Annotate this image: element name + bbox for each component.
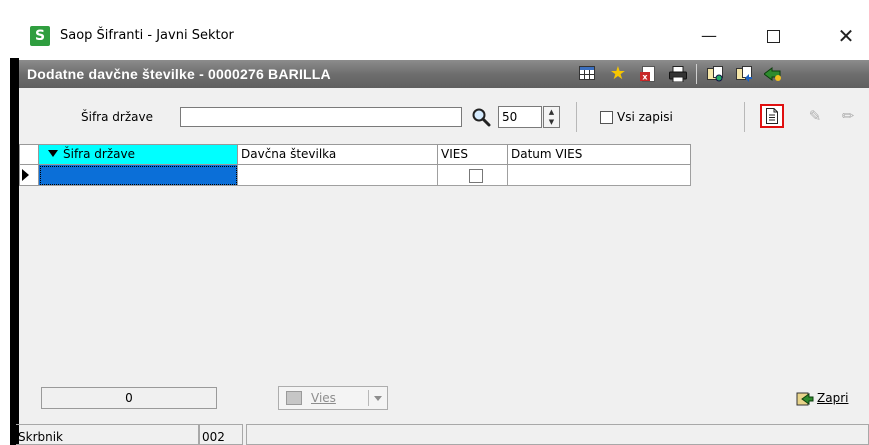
vsi-zapisi-checkbox[interactable]	[600, 111, 613, 124]
new-record-button[interactable]	[760, 104, 784, 128]
sifra-drzave-input[interactable]	[180, 107, 462, 127]
status-message	[246, 424, 869, 445]
close-button[interactable]: ✕	[823, 22, 869, 50]
copy-record-button[interactable]	[707, 66, 725, 82]
record-count-spinner[interactable]: ▲ ▼	[543, 106, 560, 128]
columns-button[interactable]	[578, 66, 596, 82]
search-icon	[472, 108, 491, 127]
form-header: Dodatne davčne številke - 0000276 BARILL…	[19, 60, 869, 88]
bottom-bar: 0 Vies Zapri	[19, 376, 869, 421]
toolbar-separator	[576, 102, 577, 132]
search-button[interactable]	[471, 107, 491, 127]
toolbar-separator-2	[744, 102, 745, 132]
spin-up-icon[interactable]: ▲	[544, 107, 559, 117]
edit-record-button[interactable]: ✎	[803, 104, 827, 128]
close-icon: ✕	[837, 24, 855, 48]
vies-button[interactable]: Vies	[278, 386, 388, 410]
header-separator	[696, 64, 697, 84]
grid-row-indicator[interactable]	[19, 165, 39, 186]
column-header-vies[interactable]: VIES	[438, 144, 508, 165]
record-count-display: 0	[41, 387, 217, 409]
svg-text:x: x	[642, 73, 648, 82]
sifra-drzave-label: Šifra države	[81, 110, 153, 124]
record-count-input[interactable]	[498, 106, 542, 128]
grid-indicator-header	[19, 144, 39, 165]
delete-record-icon: ✏	[841, 107, 855, 125]
zapri-label: Zapri	[817, 391, 849, 405]
sort-desc-icon	[48, 150, 58, 157]
edit-record-icon: ✎	[808, 107, 822, 125]
copy-record-icon	[707, 66, 723, 82]
filter-toolbar: Šifra države ▲ ▼ Vsi zapisi ✎ ✏	[19, 88, 869, 144]
favorite-star-icon: ★	[609, 63, 627, 84]
print-button[interactable]	[669, 66, 687, 83]
maximize-icon	[766, 30, 780, 43]
export-excel-icon: x	[640, 66, 655, 82]
minimize-button[interactable]: —	[686, 22, 732, 50]
status-user: Skrbnik	[16, 424, 199, 445]
column-header-sifra-drzave[interactable]: Šifra države	[39, 144, 238, 165]
column-header-datum-vies[interactable]: Datum VIES	[508, 144, 691, 165]
cell-sifra-drzave[interactable]	[39, 165, 238, 186]
vies-icon	[286, 391, 302, 405]
spin-down-icon[interactable]: ▼	[544, 117, 559, 127]
records-grid: Šifra države Davčna številka VIES Datum …	[19, 144, 869, 376]
window-titlebar: S Saop Šifranti - Javni Sektor — ✕	[0, 0, 869, 58]
app-logo-icon: S	[30, 26, 50, 46]
vsi-zapisi-label: Vsi zapisi	[617, 110, 673, 124]
vies-checkbox[interactable]	[469, 169, 483, 183]
delete-record-button[interactable]: ✏	[836, 104, 860, 128]
paste-record-button[interactable]	[736, 66, 754, 82]
form-title: Dodatne davčne številke - 0000276 BARILL…	[27, 66, 331, 82]
minimize-icon: —	[701, 26, 717, 45]
vies-button-label: Vies	[311, 391, 336, 405]
status-code: 002	[199, 424, 243, 445]
zapri-button[interactable]: Zapri	[796, 387, 848, 409]
current-row-arrow-icon	[22, 169, 29, 181]
window-left-border	[10, 58, 19, 445]
cell-vies[interactable]	[438, 165, 508, 186]
vies-button-separator	[368, 390, 369, 406]
status-bar: Skrbnik 002	[16, 421, 869, 445]
paste-record-icon	[736, 66, 752, 82]
chevron-down-icon[interactable]	[374, 396, 382, 401]
new-record-icon	[766, 108, 778, 124]
maximize-button[interactable]	[750, 22, 796, 50]
export-excel-button[interactable]: x	[639, 66, 657, 82]
column-header-davcna-stevilka[interactable]: Davčna številka	[238, 144, 438, 165]
exit-run-icon	[763, 67, 781, 81]
print-icon	[669, 66, 687, 83]
close-form-icon	[796, 392, 814, 405]
exit-run-button[interactable]	[763, 66, 782, 82]
cell-datum-vies[interactable]	[508, 165, 691, 186]
favorite-button[interactable]: ★	[609, 63, 627, 84]
columns-icon	[579, 66, 595, 80]
cell-davcna-stevilka[interactable]	[238, 165, 438, 186]
window-title: Saop Šifranti - Javni Sektor	[60, 28, 234, 43]
